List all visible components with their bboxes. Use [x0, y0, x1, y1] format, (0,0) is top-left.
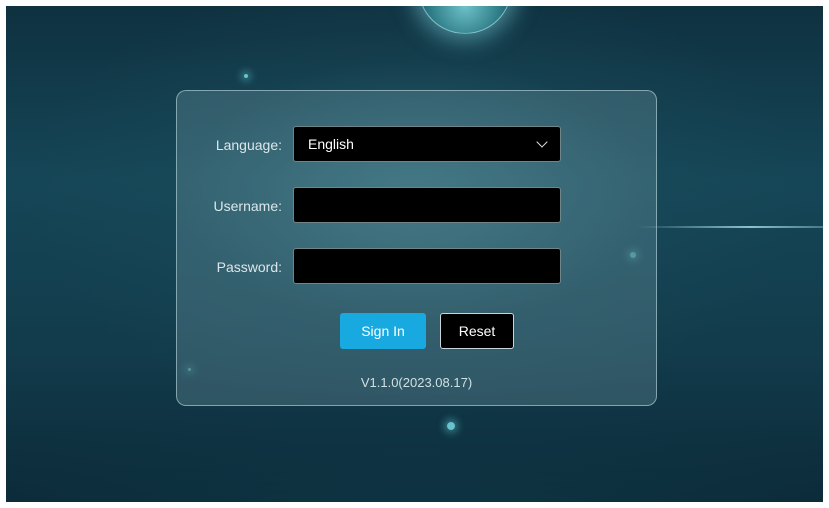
language-select[interactable]: English [293, 126, 561, 162]
language-label: Language: [215, 137, 282, 153]
light-streak-decoration [636, 226, 823, 228]
login-screen: Language: English Username: Password: Si… [6, 6, 823, 502]
glow-dot [244, 74, 248, 78]
chevron-down-icon [536, 136, 548, 148]
sign-in-button[interactable]: Sign In [340, 313, 426, 349]
username-label: Username: [213, 198, 282, 214]
login-panel: Language: English Username: Password: Si… [176, 90, 657, 406]
password-input[interactable] [293, 248, 561, 284]
language-value: English [308, 136, 354, 152]
planet-decoration [418, 6, 512, 34]
password-label: Password: [216, 259, 282, 275]
username-input[interactable] [293, 187, 561, 223]
version-text: V1.1.0(2023.08.17) [360, 375, 473, 390]
glow-dot [447, 422, 455, 430]
reset-button[interactable]: Reset [440, 313, 514, 349]
